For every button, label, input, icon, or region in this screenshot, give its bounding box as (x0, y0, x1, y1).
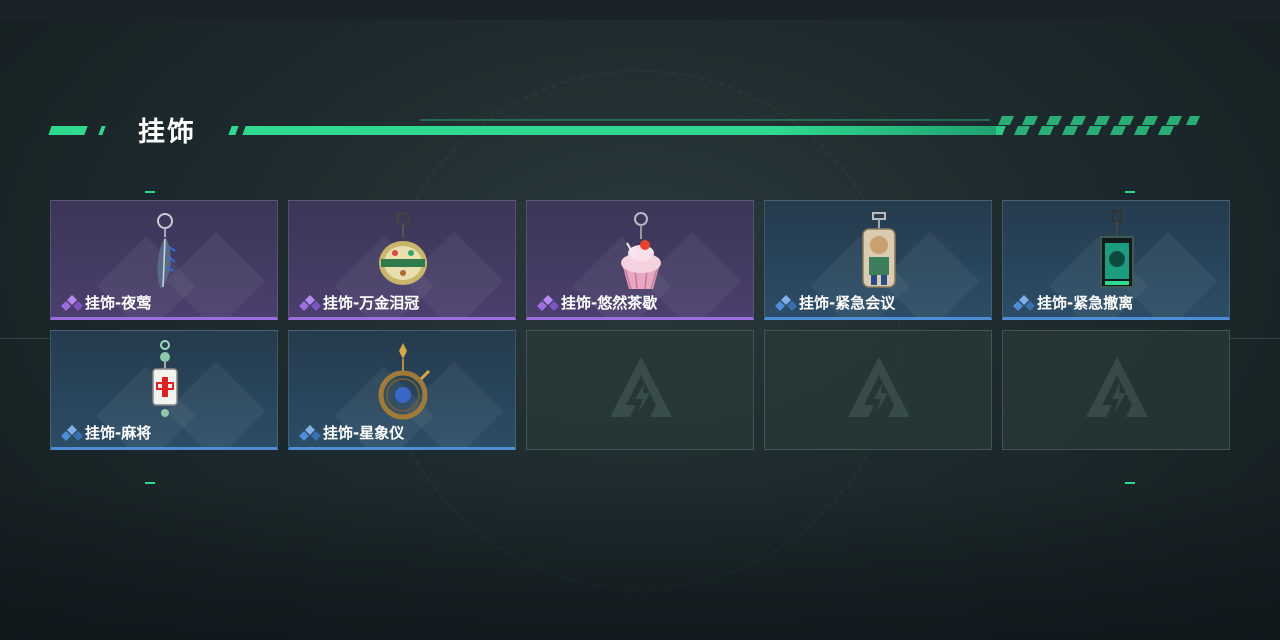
cupcake-charm-icon (621, 212, 661, 290)
empty-slot (764, 330, 992, 450)
charm-name: 挂饰-悠然茶歇 (561, 294, 658, 312)
background-shade (0, 480, 1280, 640)
rarity-diamond-icon (537, 294, 559, 311)
charm-label: 挂饰-紧急会议 (775, 292, 895, 313)
header-progress-stripe (242, 126, 1006, 135)
empty-slot (1002, 330, 1230, 450)
charm-label: 挂饰-万金泪冠 (299, 292, 419, 313)
rarity-diamond-icon (299, 294, 321, 311)
right-guide-line (1230, 338, 1280, 339)
charm-name: 挂饰-夜莺 (85, 294, 152, 312)
header-thin-line (420, 119, 990, 121)
charm-label: 挂饰-紧急撤离 (1013, 292, 1133, 313)
astrolabe-charm-icon (378, 343, 431, 420)
charm-label: 挂饰-星象仪 (299, 422, 404, 443)
section-header: 挂饰 (0, 100, 1280, 150)
empty-slot-logo-icon (610, 357, 672, 417)
rarity-diamond-icon (299, 424, 321, 441)
checkered-stripe-icon (996, 116, 1200, 135)
empty-slot-logo-icon (848, 357, 910, 417)
header-accent-bar (48, 126, 88, 135)
charm-name: 挂饰-紧急撤离 (1037, 294, 1134, 312)
charm-name: 挂饰-星象仪 (323, 424, 405, 442)
charm-card[interactable]: 挂饰-紧急会议 (764, 200, 992, 320)
left-guide-line (0, 338, 50, 339)
charm-label: 挂饰-麻将 (61, 422, 151, 443)
corner-tick (1125, 191, 1135, 193)
mahjong-tile-charm-icon (152, 340, 178, 417)
rarity-diamond-icon (61, 294, 83, 311)
green-tag-charm-icon (1100, 210, 1134, 288)
rarity-diamond-icon (1013, 294, 1035, 311)
section-title: 挂饰 (138, 117, 196, 148)
empty-slot (526, 330, 754, 450)
charm-card[interactable]: 挂饰-夜莺 (50, 200, 278, 320)
charm-name: 挂饰-麻将 (85, 424, 152, 442)
charm-card[interactable]: 挂饰-麻将 (50, 330, 278, 450)
corner-tick (1125, 482, 1135, 484)
charm-label: 挂饰-夜莺 (61, 292, 151, 313)
top-band (0, 0, 1280, 20)
charm-grid: 挂饰-夜莺 挂饰-万金泪冠 挂饰-悠然茶歇 挂饰-紧急会议 挂饰-紧急撤离 挂饰… (50, 200, 1230, 450)
corner-tick (145, 482, 155, 484)
header-accent-bar (98, 126, 106, 135)
charm-card[interactable]: 挂饰-悠然茶歇 (526, 200, 754, 320)
charm-card[interactable]: 挂饰-万金泪冠 (288, 200, 516, 320)
header-accent-bar (228, 126, 239, 135)
figure-charm-icon (862, 212, 896, 288)
charm-card[interactable]: 挂饰-星象仪 (288, 330, 516, 450)
charm-label: 挂饰-悠然茶歇 (537, 292, 657, 313)
corner-tick (145, 191, 155, 193)
empty-slot-logo-icon (1086, 357, 1148, 417)
rarity-diamond-icon (61, 424, 83, 441)
jeweled-crown-charm-icon (379, 212, 427, 285)
charm-name: 挂饰-紧急会议 (799, 294, 896, 312)
rarity-diamond-icon (775, 294, 797, 311)
charm-card[interactable]: 挂饰-紧急撤离 (1002, 200, 1230, 320)
charm-name: 挂饰-万金泪冠 (323, 294, 420, 312)
feather-charm-icon (157, 213, 176, 289)
